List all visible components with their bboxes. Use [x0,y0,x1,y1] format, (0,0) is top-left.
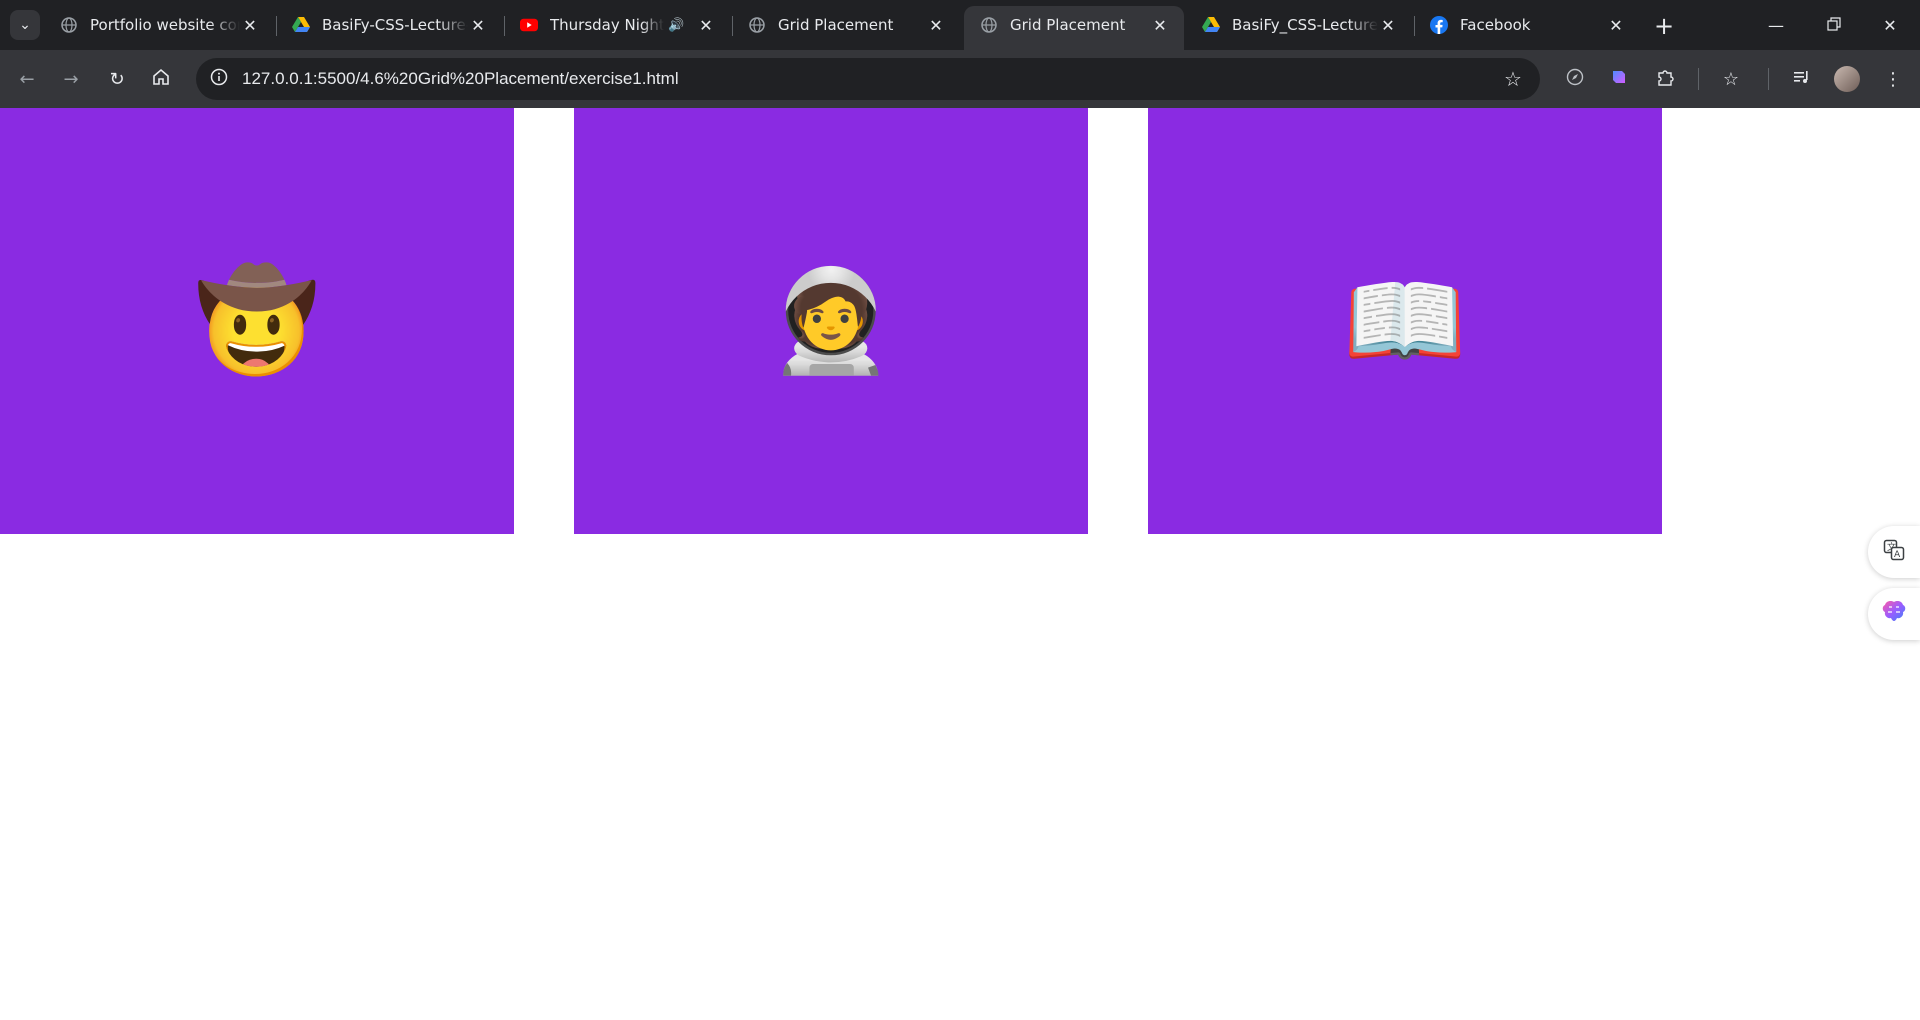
extension-logo-icon [1610,68,1628,91]
toolbar-divider [1698,68,1699,90]
reload-icon: ↻ [109,68,125,90]
close-icon[interactable]: ✕ [926,15,946,35]
browser-toolbar: ← → ↻ 127.0.0.1:5500/4.6%20Grid%20Placem… [0,50,1920,108]
more-vert-icon: ⋮ [1884,68,1902,90]
svg-text:A: A [1894,550,1901,560]
globe-icon [748,16,766,34]
translate-icon: 文A [1883,539,1905,565]
close-icon: ✕ [1883,15,1897,35]
tab-search-button[interactable]: ⌄ [10,10,40,40]
tab-grid-placement[interactable]: Grid Placement ✕ [732,6,960,44]
toolbar-divider [1768,68,1769,90]
restore-icon [1827,16,1841,35]
grid-container: 🤠 🧑‍🚀 📖 [0,108,1920,534]
tab-basify-lecture-c[interactable]: BasiFy_CSS-Lecture-C ✕ [1186,6,1412,44]
facebook-icon [1430,16,1448,34]
tab-basify-lecture-5[interactable]: BasiFy-CSS-Lecture-5 ✕ [276,6,502,44]
forward-button[interactable]: → [56,64,86,94]
globe-icon [60,16,78,34]
media-control-button[interactable] [1786,64,1816,94]
puzzle-icon [1656,68,1674,91]
bookmarks-button[interactable]: ☆ [1716,64,1746,94]
close-icon[interactable]: ✕ [1378,15,1398,35]
chevron-down-icon: ⌄ [19,17,31,33]
cowboy-face-icon: 🤠 [194,262,320,379]
playlist-icon [1792,68,1810,91]
tab-title: Thursday Night W [550,16,664,34]
astronaut-icon: 🧑‍🚀 [768,262,894,379]
extensions-button[interactable] [1650,64,1680,94]
close-icon[interactable]: ✕ [240,15,260,35]
menu-button[interactable]: ⋮ [1878,64,1908,94]
tab-facebook[interactable]: Facebook ✕ [1414,6,1640,44]
avatar[interactable] [1834,66,1860,92]
ai-assistant-button[interactable] [1868,588,1920,640]
close-icon[interactable]: ✕ [468,15,488,35]
google-drive-icon [1202,16,1220,34]
reload-button[interactable]: ↻ [102,64,132,94]
tab-title: Grid Placement [778,16,894,34]
grid-item-1: 🤠 [0,108,514,534]
arrow-right-icon: → [63,68,79,90]
tab-title: Grid Placement [1010,16,1126,34]
translate-button[interactable]: 文A [1868,526,1920,578]
tab-title: Facebook [1460,16,1531,34]
tab-title: BasiFy-CSS-Lecture-5 [322,16,468,34]
address-bar[interactable]: 127.0.0.1:5500/4.6%20Grid%20Placement/ex… [196,58,1540,100]
google-drive-icon [292,16,310,34]
globe-icon [980,16,998,34]
url-text[interactable]: 127.0.0.1:5500/4.6%20Grid%20Placement/ex… [242,58,679,100]
plus-icon: + [1653,12,1675,40]
arrow-left-icon: ← [19,68,35,90]
tab-strip: ⌄ Portfolio website con ✕ BasiFy-CSS-Lec… [0,0,1920,50]
tab-portfolio[interactable]: Portfolio website con ✕ [44,6,274,44]
close-icon[interactable]: ✕ [1150,15,1170,35]
bookmark-star-button[interactable]: ☆ [1498,64,1528,94]
grid-item-3: 📖 [1148,108,1662,534]
home-button[interactable] [146,64,176,94]
extension-gradient-button[interactable] [1604,64,1634,94]
tab-grid-placement-active[interactable]: Grid Placement ✕ [964,6,1184,50]
restore-button[interactable] [1806,0,1862,50]
youtube-icon [520,16,538,34]
close-icon[interactable]: ✕ [696,15,716,35]
page-viewport: 🤠 🧑‍🚀 📖 文A [0,108,1920,1020]
minimize-button[interactable]: — [1748,0,1804,50]
star-icon: ☆ [1504,67,1522,91]
tab-youtube[interactable]: Thursday Night W 🔊 ✕ [504,6,730,44]
speaker-icon[interactable]: 🔊 [668,18,686,33]
tab-title: Portfolio website con [90,16,240,34]
close-window-button[interactable]: ✕ [1862,0,1918,50]
open-book-icon: 📖 [1342,262,1468,379]
star-list-icon: ☆ [1722,68,1740,90]
minimize-icon: — [1768,15,1784,35]
home-icon [152,68,170,91]
compass-icon [1566,68,1584,91]
back-button[interactable]: ← [12,64,42,94]
grid-item-2: 🧑‍🚀 [574,108,1088,534]
close-icon[interactable]: ✕ [1606,15,1626,35]
site-info-button[interactable] [204,64,234,94]
extension-compass-button[interactable] [1560,64,1590,94]
info-icon [210,68,228,90]
brain-icon [1880,598,1908,630]
tab-title: BasiFy_CSS-Lecture-C [1232,16,1378,34]
new-tab-button[interactable]: + [1650,12,1678,40]
